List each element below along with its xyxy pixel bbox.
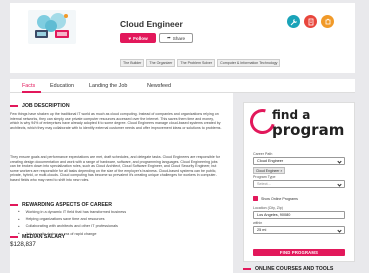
online-courses-title: ONLINE COURSES AND TOOLS [255,266,334,272]
puzzle-icon[interactable] [321,15,334,28]
brand-line-2: program [272,121,345,139]
online-programs-checkbox[interactable] [253,196,258,201]
tools-icon[interactable] [287,15,300,28]
job-description-heading: JOB DESCRIPTION [10,103,70,109]
tag-builder[interactable]: The Builder [120,59,145,67]
find-programs-button[interactable]: FIND PROGRAMS [253,249,345,256]
tab-bar: Facts Education Landing the Job Newsfeed [10,79,355,93]
share-label: Share [172,35,186,41]
heart-icon: ♥ [128,35,132,41]
section-marker [10,235,18,239]
follow-button[interactable]: ♥ Follow [120,33,156,43]
career-hero-image [28,10,76,44]
job-description-para-2: They ensure goals and performance expect… [10,155,220,182]
job-description-title: JOB DESCRIPTION [22,103,70,109]
location-value: Los Angeles, 90080 [257,213,291,217]
section-marker [10,203,18,207]
tab-newsfeed[interactable]: Newsfeed [147,83,171,89]
online-programs-label: Show Online Programs [261,196,298,201]
job-description-para-1: Few things have shaken up the traditiona… [10,112,222,130]
document-icon[interactable] [304,15,317,28]
tab-landing-the-job[interactable]: Landing the Job [89,83,127,89]
page-title: Cloud Engineer [120,19,183,29]
chevron-down-icon [337,182,342,187]
program-type-placeholder: Select... [257,182,271,186]
median-salary-value: $128,837 [10,241,36,248]
section-marker [10,104,18,108]
salary-heading: MEDIAN SALARY [10,234,65,240]
tab-education[interactable]: Education [50,83,74,89]
program-type-select[interactable]: Select... [253,180,345,188]
career-header: Cloud Engineer ♥ Follow ➦ Share The Buil… [10,3,355,73]
list-item: Helping organizations save time and reso… [18,215,126,222]
program-type-label: Program Type [253,175,276,179]
tag-computer-it[interactable]: Computer & Information Technology [217,59,281,67]
location-input[interactable]: Los Angeles, 90080 [253,211,345,219]
tag-problem-solver[interactable]: The Problem Solver [177,59,216,67]
location-label: Location (City, Zip) [253,206,283,210]
brand-line-1: find a [272,108,311,122]
share-icon: ➦ [166,35,171,40]
career-path-label: Career Path [253,152,273,156]
chevron-down-icon [337,228,342,233]
list-item: Collaborating with architects and other … [18,223,126,230]
share-button[interactable]: ➦ Share [159,33,193,43]
distance-value: 25 mi [257,228,267,232]
salary-title: MEDIAN SALARY [22,234,66,240]
career-tags: The Builder The Organizer The Problem So… [120,59,281,67]
within-label: within [253,221,263,225]
follow-label: Follow [133,35,148,41]
career-path-value: Cloud Engineer [257,159,284,163]
online-courses-heading: ONLINE COURSES AND TOOLS [243,266,333,272]
chevron-down-icon [337,159,342,164]
tab-facts[interactable]: Facts [22,83,35,89]
list-item: Working in a dynamic IT field that has t… [18,208,127,215]
online-programs-checkbox-row[interactable]: Show Online Programs [253,196,298,201]
career-path-select[interactable]: Cloud Engineer [253,157,345,165]
career-path-chip[interactable]: Cloud Engineer × [253,167,286,175]
distance-select[interactable]: 25 mi [253,226,345,234]
tag-organizer[interactable]: The Organizer [146,59,176,67]
section-marker [243,267,251,271]
